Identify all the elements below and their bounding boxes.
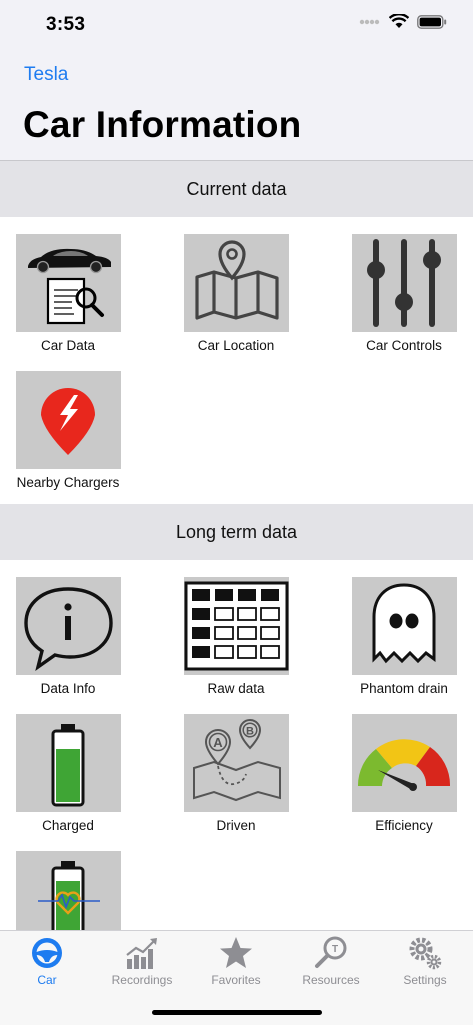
cellular-signal-icon (359, 19, 380, 24)
battery-icon (15, 714, 121, 812)
tile-car-controls[interactable]: Car Controls (334, 234, 473, 353)
battery-status-icon (417, 14, 447, 29)
tile-label: Data Info (40, 681, 96, 696)
tile-label: Efficiency (375, 818, 433, 833)
tile-label: Driven (216, 818, 256, 833)
star-icon (220, 937, 252, 968)
tile-driven[interactable]: A B Driven (166, 714, 306, 833)
tile-phantom-drain[interactable]: Phantom drain (334, 577, 473, 696)
chart-icon (126, 938, 157, 969)
tab-resources[interactable]: T Resources (284, 935, 378, 987)
tab-label: Favorites (211, 973, 261, 987)
tab-settings[interactable]: Settings (378, 935, 472, 987)
tile-car-data[interactable]: Car Data (0, 234, 138, 353)
ghost-icon (351, 577, 457, 675)
svg-text:A: A (213, 735, 223, 750)
map-pin-icon (183, 234, 289, 332)
route-map-icon: A B (183, 714, 289, 812)
charger-pin-icon (15, 371, 121, 469)
content-list[interactable]: Current data Car Data Car Location Car C… (0, 160, 473, 931)
tab-favorites[interactable]: Favorites (189, 935, 283, 987)
gears-icon (409, 937, 442, 970)
grid-table-icon (183, 577, 289, 675)
tile-label: Car Data (40, 338, 96, 353)
status-time: 3:53 (46, 14, 86, 35)
tile-efficiency[interactable]: Efficiency (334, 714, 473, 833)
tab-recordings[interactable]: Recordings (95, 935, 189, 987)
tile-label: Phantom drain (360, 681, 448, 696)
gauge-icon (351, 714, 457, 812)
svg-text:T: T (332, 944, 338, 955)
wifi-icon (389, 14, 409, 28)
battery-health-icon (15, 851, 121, 931)
tile-raw-data[interactable]: Raw data (166, 577, 306, 696)
page-title: Car Information (23, 104, 302, 145)
info-bubble-icon (15, 577, 121, 675)
tab-label: Resources (302, 973, 360, 987)
tile-battery-health[interactable] (0, 851, 138, 931)
tile-label: Car Location (197, 338, 275, 353)
home-indicator[interactable] (152, 1010, 322, 1015)
back-button[interactable]: Tesla (24, 64, 68, 86)
car-data-icon (15, 234, 121, 332)
tab-label: Settings (403, 973, 447, 987)
tile-car-location[interactable]: Car Location (166, 234, 306, 353)
tile-nearby-chargers[interactable]: Nearby Chargers (0, 371, 138, 490)
tile-charged[interactable]: Charged (0, 714, 138, 833)
magnifier-icon: T (315, 936, 347, 968)
tile-label: Car Controls (366, 338, 442, 353)
tab-car[interactable]: Car (0, 935, 94, 987)
tile-label: Nearby Chargers (16, 475, 120, 490)
tab-label: Car (37, 973, 57, 987)
tile-label: Charged (42, 818, 94, 833)
tab-label: Recordings (111, 973, 173, 987)
sliders-icon (351, 234, 457, 332)
status-bar: 3:53 (0, 0, 473, 50)
section-header-current: Current data (0, 161, 473, 217)
section-header-longterm: Long term data (0, 504, 473, 560)
tile-label: Raw data (207, 681, 265, 696)
svg-text:B: B (246, 726, 254, 738)
steering-wheel-icon (32, 938, 62, 968)
tile-data-info[interactable]: Data Info (0, 577, 138, 696)
status-icons (359, 14, 447, 29)
